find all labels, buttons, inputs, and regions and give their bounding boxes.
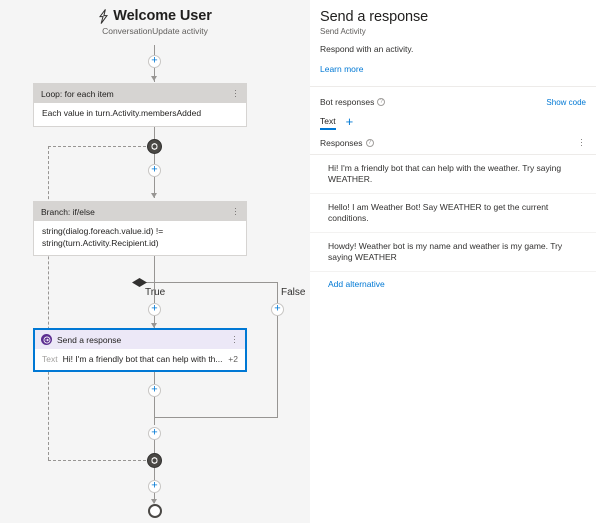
loopback-line: [48, 146, 146, 147]
branch-node-title: Branch: if/else: [41, 206, 95, 217]
send-node-body: Text Hi! I'm a friendly bot that can hel…: [35, 349, 245, 370]
branch-condition-line-1: string(dialog.foreach.value.id) !=: [42, 226, 164, 236]
arrow-head: [151, 323, 157, 328]
properties-panel: Send a response Send Activity Respond wi…: [310, 0, 596, 523]
lightning-bolt-icon: [98, 8, 109, 24]
loop-node-header: Loop: for each item: [34, 84, 246, 103]
branch-label-false: False: [281, 287, 306, 298]
send-node-title: Send a response: [57, 334, 122, 345]
list-item[interactable]: Hello! I am Weather Bot! Say WEATHER to …: [310, 194, 596, 233]
branch-decision-diamond: [132, 278, 147, 287]
branch-condition-line-2: string(turn.Activity.Recipient.id): [42, 237, 159, 248]
responses-label: Responses: [320, 137, 363, 148]
responses-list: Hi! I'm a friendly bot that can help wit…: [310, 155, 596, 272]
branch-label-true: True: [145, 287, 166, 298]
learn-more-link[interactable]: Learn more: [320, 64, 363, 74]
connector-line-false: [146, 282, 278, 283]
dialog-subtitle: ConversationUpdate activity: [102, 26, 208, 36]
arrow-head: [151, 76, 157, 81]
loop-foreach-node[interactable]: Loop: for each item Each value in turn.A…: [33, 83, 247, 127]
add-node-button-3[interactable]: +: [148, 303, 161, 316]
branch-node-body: string(dialog.foreach.value.id) != strin…: [34, 221, 246, 255]
loop-node-body: Each value in turn.Activity.membersAdded: [34, 103, 246, 126]
branch-node-header: Branch: if/else: [34, 202, 246, 221]
panel-divider: [310, 86, 596, 87]
send-response-icon: [41, 334, 52, 345]
send-response-node[interactable]: Send a response Text Hi! I'm a friendly …: [33, 328, 247, 372]
panel-description: Respond with an activity.: [320, 44, 414, 54]
panel-title: Send a response: [320, 9, 429, 25]
loop-arrows-icon-bottom[interactable]: [147, 453, 162, 468]
add-node-button-5[interactable]: +: [148, 427, 161, 440]
kebab-menu-icon[interactable]: [231, 205, 240, 218]
info-circle-icon[interactable]: ?: [365, 138, 374, 147]
dialog-title-block: Welcome User ConversationUpdate activity: [0, 8, 310, 36]
add-node-button-2[interactable]: +: [148, 164, 161, 177]
add-node-button-4[interactable]: +: [148, 384, 161, 397]
info-circle-icon[interactable]: ?: [377, 98, 386, 106]
send-node-more-count: +2: [228, 354, 238, 364]
send-node-field-key: Text: [42, 354, 58, 364]
composer-dialog-editor: Welcome User ConversationUpdate activity…: [0, 0, 596, 523]
add-alternative-link[interactable]: Add alternative: [328, 279, 385, 289]
tab-text[interactable]: Text: [320, 116, 336, 130]
arrow-head: [151, 193, 157, 198]
branch-ifelse-node[interactable]: Branch: if/else string(dialog.foreach.va…: [33, 201, 247, 256]
add-node-button-1[interactable]: +: [148, 55, 161, 68]
connector-line: [154, 397, 155, 425]
list-item[interactable]: Howdy! Weather bot is my name and weathe…: [310, 233, 596, 272]
bot-responses-label: Bot responses: [320, 97, 375, 107]
loopback-line: [48, 460, 146, 461]
bot-responses-row: Bot responses ? Show code: [310, 97, 596, 107]
panel-subtitle: Send Activity: [320, 27, 366, 36]
kebab-menu-icon[interactable]: [230, 333, 239, 346]
loop-arrows-icon-top[interactable]: [147, 139, 162, 154]
list-item[interactable]: Hi! I'm a friendly bot that can help wit…: [310, 155, 596, 194]
flow-canvas[interactable]: Welcome User ConversationUpdate activity…: [0, 0, 310, 523]
responses-header: Responses ?: [310, 136, 596, 155]
loop-node-title: Loop: for each item: [41, 88, 114, 99]
end-node-icon: [148, 504, 162, 518]
connector-line: [154, 440, 155, 454]
loop-node-expression: Each value in turn.Activity.membersAdded: [42, 108, 202, 118]
add-node-button-false[interactable]: +: [271, 303, 284, 316]
add-node-button-6[interactable]: +: [148, 480, 161, 493]
kebab-menu-icon[interactable]: [231, 87, 240, 100]
page-title: Welcome User: [113, 8, 212, 24]
send-node-header: Send a response: [35, 330, 245, 349]
connector-line-false: [277, 316, 278, 417]
response-type-tabs: Text +: [310, 115, 596, 130]
loopback-line: [48, 146, 49, 460]
kebab-menu-icon[interactable]: [577, 136, 586, 149]
send-node-field-value: Hi! I'm a friendly bot that can help wit…: [62, 354, 223, 364]
plus-icon-add-tab[interactable]: +: [346, 115, 354, 129]
connector-line-false: [154, 417, 278, 418]
connector-line: [154, 255, 155, 282]
show-code-link[interactable]: Show code: [546, 98, 586, 107]
